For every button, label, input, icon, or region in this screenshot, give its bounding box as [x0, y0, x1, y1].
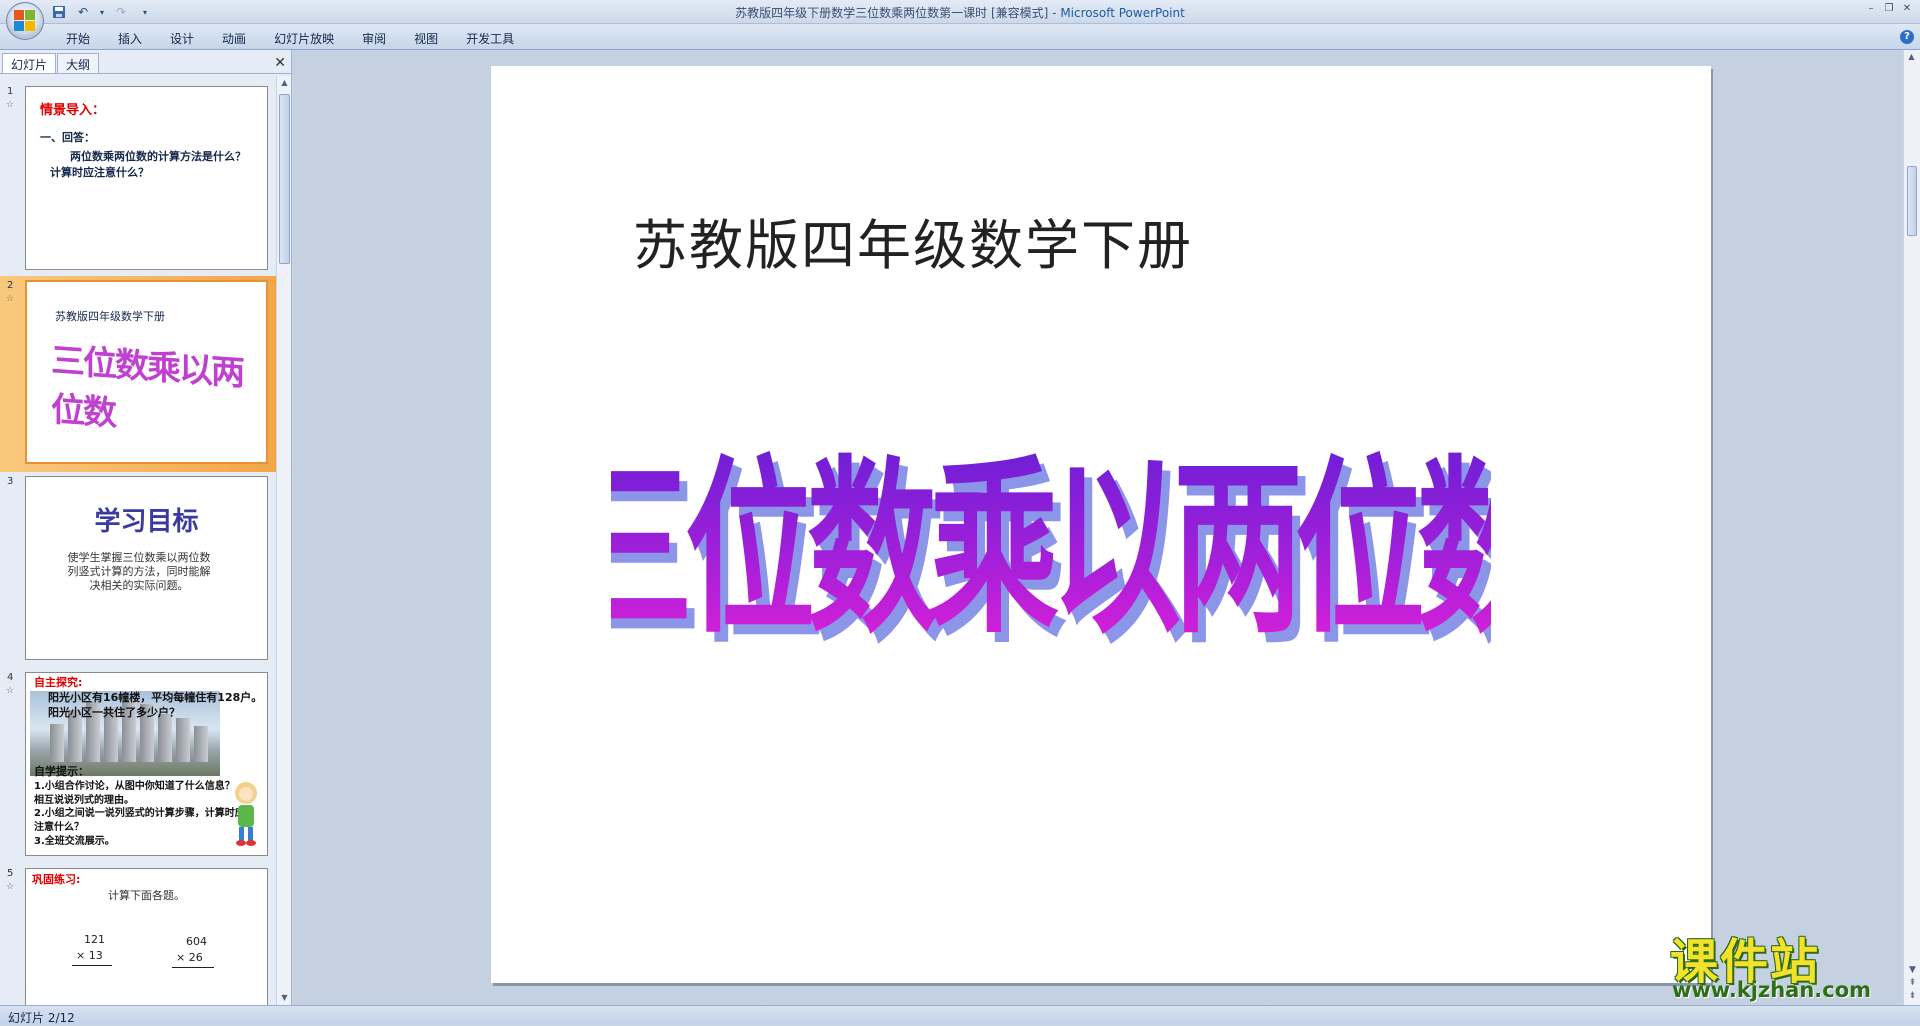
tab-review[interactable]: 审阅: [348, 28, 400, 49]
slide-preview: 苏教版四年级数学下册 三位数乘以两位数: [25, 280, 268, 464]
slide-wordart[interactable]: 三位数乘以两位数 三位数乘以两位数: [611, 356, 1491, 716]
close-panel-icon[interactable]: ✕: [274, 55, 286, 71]
watermark-url: www.kjzhan.com: [1672, 978, 1872, 1002]
scroll-down-icon[interactable]: ▼: [1904, 964, 1920, 977]
slide-preview: 情景导入： 一、回答： 两位数乘两位数的计算方法是什么？计算时应注意什么？: [25, 86, 268, 270]
window-title: 苏教版四年级下册数学三位数乘两位数第一课时 [兼容模式] - Microsoft…: [0, 4, 1920, 21]
status-bar: 幻灯片 2/12: [0, 1005, 1920, 1025]
restore-icon[interactable]: ❐: [1882, 2, 1896, 16]
slide4-question-line2: 阳光小区一共住了多少户？: [48, 706, 180, 719]
office-button[interactable]: [6, 2, 44, 40]
slide-preview: 学习目标 使学生掌握三位数乘以两位数列竖式计算的方法，同时能解决相关的实际问题。: [25, 476, 268, 660]
app-name: Microsoft PowerPoint: [1060, 6, 1185, 20]
animation-star-icon: ☆: [6, 294, 15, 304]
slide-number: 5: [7, 868, 14, 879]
scroll-down-icon[interactable]: ▼: [277, 991, 292, 1005]
slide-preview: 巩固练习: 计算下面各题。 121 × 13 604 × 26: [25, 868, 268, 1005]
slide2-subtitle: 苏教版四年级数学下册: [55, 310, 165, 323]
slide1-heading: 情景导入：: [40, 103, 106, 118]
panel-tabs: 幻灯片 大纲 ✕: [0, 52, 292, 74]
scroll-up-icon[interactable]: ▲: [1904, 50, 1919, 64]
problem-b-rule: [172, 967, 214, 968]
slide-thumbnail-5[interactable]: 5 ☆ 巩固练习: 计算下面各题。 121 × 13 604 × 26: [0, 864, 276, 1005]
tab-developer[interactable]: 开发工具: [452, 28, 528, 49]
current-slide[interactable]: 苏教版四年级数学下册 三位数乘以两位数 三位数乘以两位数: [491, 66, 1711, 983]
scroll-up-icon[interactable]: ▲: [277, 76, 292, 90]
tab-animations[interactable]: 动画: [208, 28, 260, 49]
slides-panel: 幻灯片 大纲 ✕ 1 ☆ 情景导入： 一、回答： 两位数乘两位数的计算方法是什么…: [0, 50, 292, 1005]
close-icon[interactable]: ✕: [1900, 2, 1914, 16]
watermark-logo: 课件站 www.kjzhan.com: [1664, 922, 1904, 1006]
slide-thumbnail-4[interactable]: 4 ☆ 自主探究: 阳光小区有16幢楼，平均每幢住有128户。 阳光小区一共住了…: [0, 668, 276, 864]
problem-a-top: 121: [84, 933, 105, 946]
tab-insert[interactable]: 插入: [104, 28, 156, 49]
window-controls: – ❐ ✕: [1864, 2, 1914, 16]
slide-subtitle[interactable]: 苏教版四年级数学下册: [633, 201, 1193, 280]
tab-home[interactable]: 开始: [52, 28, 104, 49]
help-icon[interactable]: ?: [1900, 30, 1914, 44]
slide-thumbnail-list: 1 ☆ 情景导入： 一、回答： 两位数乘两位数的计算方法是什么？计算时应注意什么…: [0, 76, 276, 1005]
minimize-icon[interactable]: –: [1864, 2, 1878, 16]
problem-b-bottom: × 26: [176, 951, 203, 964]
scrollbar-thumb[interactable]: [1907, 166, 1917, 236]
slide-counter: 幻灯片 2/12: [8, 1011, 75, 1025]
problem-a-rule: [72, 965, 112, 966]
main-scrollbar[interactable]: ▲ ▼ ⇞ ⇟: [1903, 50, 1920, 1005]
tab-slides[interactable]: 幻灯片: [2, 53, 57, 73]
slide4-heading: 自主探究:: [34, 676, 83, 689]
problem-b-top: 604: [186, 935, 207, 948]
next-slide-icon[interactable]: ⇟: [1904, 990, 1920, 1003]
slide-editing-area: 苏教版四年级数学下册 三位数乘以两位数 三位数乘以两位数: [293, 50, 1903, 1005]
problem-a-bottom: × 13: [76, 949, 103, 962]
slide3-body: 使学生掌握三位数乘以两位数列竖式计算的方法，同时能解决相关的实际问题。: [67, 551, 211, 592]
slide-thumbnail-2[interactable]: 2 ☆ 苏教版四年级数学下册 三位数乘以两位数: [0, 276, 276, 472]
slide4-tip3: 3.全班交流展示。: [34, 836, 115, 847]
tab-view[interactable]: 视图: [400, 28, 452, 49]
animation-star-icon: ☆: [6, 686, 15, 696]
slide-thumbnail-1[interactable]: 1 ☆ 情景导入： 一、回答： 两位数乘两位数的计算方法是什么？计算时应注意什么…: [0, 82, 276, 278]
office-logo-icon: [14, 10, 36, 32]
scrollbar-thumb[interactable]: [279, 94, 290, 264]
title-separator: -: [1048, 6, 1061, 20]
animation-star-icon: ☆: [6, 100, 15, 110]
document-title: 苏教版四年级下册数学三位数乘两位数第一课时 [兼容模式]: [735, 6, 1049, 20]
slide-number: 3: [7, 476, 14, 487]
slide4-tip2b: 注意什么？: [34, 822, 84, 833]
slide2-wordart: 三位数乘以两位数: [51, 340, 243, 434]
title-bar: ↶ ▾ ↷ ▾ 苏教版四年级下册数学三位数乘两位数第一课时 [兼容模式] - M…: [0, 0, 1920, 24]
slide-navigation: ▼ ⇞ ⇟: [1904, 964, 1920, 1003]
tab-design[interactable]: 设计: [156, 28, 208, 49]
slide4-tip2: 2.小组之间说一说列竖式的计算步骤，计算时应: [34, 808, 245, 819]
slide-number: 1: [7, 86, 14, 97]
slide-thumbnail-3[interactable]: 3 学习目标 使学生掌握三位数乘以两位数列竖式计算的方法，同时能解决相关的实际问…: [0, 472, 276, 668]
animation-star-icon: ☆: [6, 882, 15, 892]
slide4-tip1: 1.小组合作讨论，从图中你知道了什么信息？: [34, 781, 235, 792]
slide-number: 2: [7, 280, 14, 291]
slide4-question-line1: 阳光小区有16幢楼，平均每幢住有128户。: [48, 691, 263, 704]
slide1-body: 两位数乘两位数的计算方法是什么？计算时应注意什么？: [50, 150, 246, 179]
slide1-subheading: 一、回答：: [40, 131, 95, 144]
tab-slide-show[interactable]: 幻灯片放映: [260, 28, 348, 49]
cartoon-girl-icon: [235, 782, 257, 846]
slide5-heading: 巩固练习:: [32, 873, 81, 886]
wordart-text: 三位数乘以两位数: [611, 441, 1491, 660]
ribbon-tab-bar: 开始 插入 设计 动画 幻灯片放映 审阅 视图 开发工具 ?: [0, 24, 1920, 50]
slide5-instruction: 计算下面各题。: [108, 889, 185, 902]
tab-outline[interactable]: 大纲: [57, 53, 100, 73]
slide-number: 4: [7, 672, 14, 683]
previous-slide-icon[interactable]: ⇞: [1904, 977, 1920, 990]
thumbnail-scrollbar[interactable]: ▲ ▼: [276, 76, 291, 1005]
ribbon-tabs: 开始 插入 设计 动画 幻灯片放映 审阅 视图 开发工具: [52, 28, 528, 49]
slide3-heading: 学习目标: [94, 507, 199, 537]
slide-preview: 自主探究: 阳光小区有16幢楼，平均每幢住有128户。 阳光小区一共住了多少户？…: [25, 672, 268, 856]
